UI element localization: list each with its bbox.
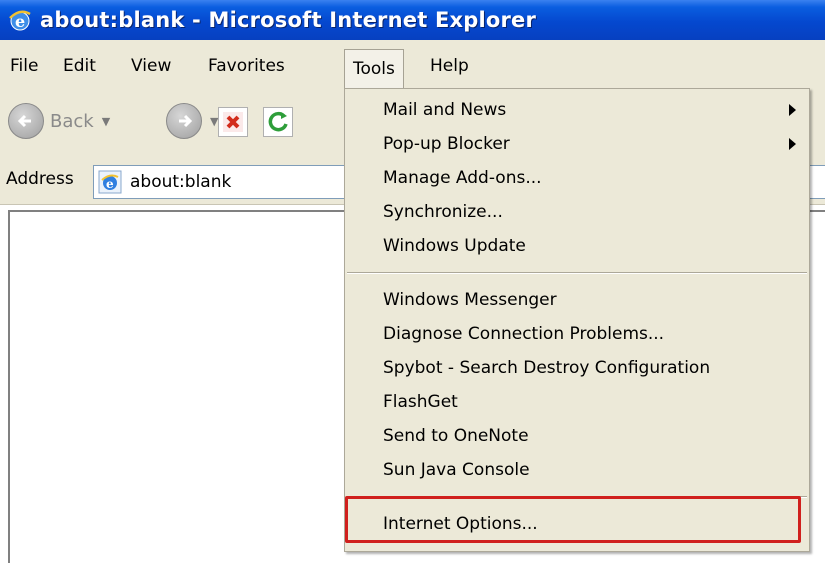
stop-icon (223, 112, 243, 132)
menu-item-windows-update[interactable]: Windows Update (383, 231, 526, 261)
menu-tools[interactable]: Tools (344, 49, 404, 88)
refresh-icon (268, 111, 288, 132)
menu-favorites[interactable]: Favorites (203, 52, 290, 80)
refresh-button[interactable] (263, 107, 293, 137)
back-label: Back (50, 110, 94, 132)
submenu-arrow-icon (789, 138, 796, 150)
svg-text:e: e (106, 177, 114, 191)
menu-item-spybot-config[interactable]: Spybot - Search Destroy Configuration (383, 353, 710, 383)
menu-bar: File Edit View Favorites Tools Help (0, 40, 825, 91)
ie-logo-icon: e (9, 10, 31, 31)
menu-item-sun-java-console[interactable]: Sun Java Console (383, 455, 530, 485)
submenu-arrow-icon (789, 104, 796, 116)
back-button[interactable]: Back ▼ (8, 103, 110, 139)
stop-button[interactable] (218, 107, 248, 137)
window-title: about:blank - Microsoft Internet Explore… (40, 8, 537, 32)
back-dropdown-icon[interactable]: ▼ (102, 115, 110, 128)
back-arrow-icon (8, 103, 44, 139)
title-bar: e about:blank - Microsoft Internet Explo… (0, 0, 825, 40)
menu-file[interactable]: File (5, 52, 43, 80)
tools-menu: Mail and News Pop-up Blocker Manage Add-… (344, 88, 810, 552)
menu-separator (347, 272, 807, 274)
forward-button[interactable]: ▼ (166, 103, 218, 139)
menu-item-diagnose-connection[interactable]: Diagnose Connection Problems... (383, 319, 664, 349)
menu-edit[interactable]: Edit (58, 52, 101, 80)
address-label: Address (6, 169, 74, 189)
forward-arrow-icon (166, 103, 202, 139)
ie-page-icon: e (98, 170, 122, 194)
menu-view[interactable]: View (126, 52, 176, 80)
menu-item-send-to-onenote[interactable]: Send to OneNote (383, 421, 529, 451)
svg-text:e: e (15, 12, 25, 31)
menu-help[interactable]: Help (425, 52, 474, 80)
menu-item-windows-messenger[interactable]: Windows Messenger (383, 285, 557, 315)
menu-item-popup-blocker[interactable]: Pop-up Blocker (383, 129, 510, 159)
menu-item-flashget[interactable]: FlashGet (383, 387, 458, 417)
menu-item-synchronize[interactable]: Synchronize... (383, 197, 503, 227)
address-value: about:blank (130, 172, 232, 192)
menu-item-mail-and-news[interactable]: Mail and News (383, 95, 506, 125)
menu-item-manage-addons[interactable]: Manage Add-ons... (383, 163, 542, 193)
highlight-annotation (345, 496, 801, 543)
